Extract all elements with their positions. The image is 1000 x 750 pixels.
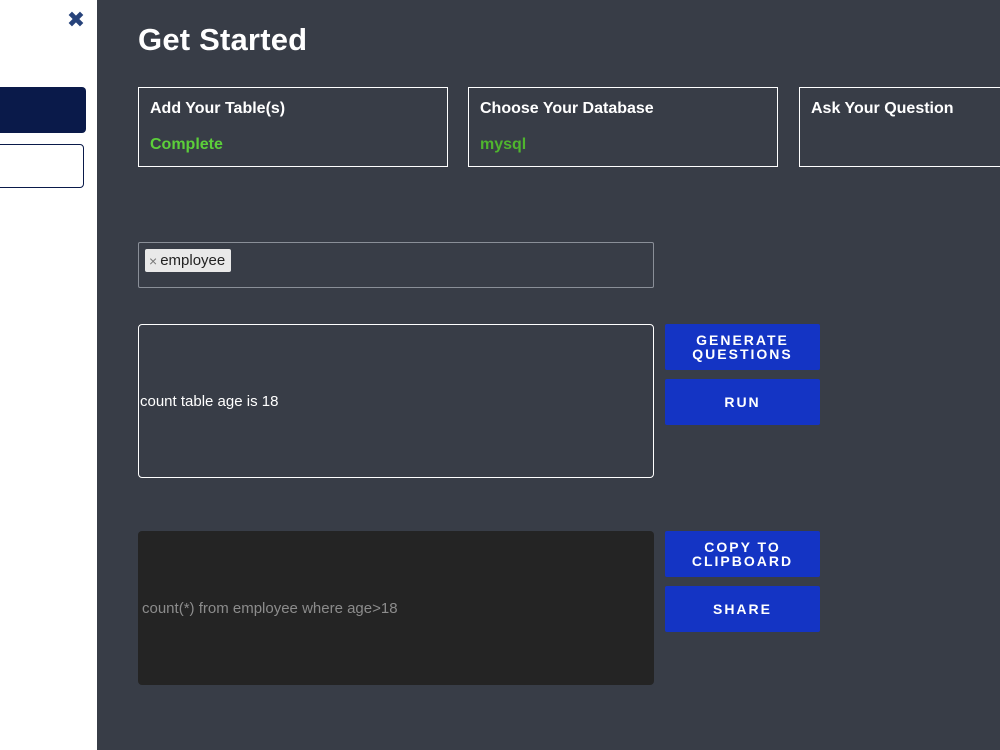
- step-status: Complete: [150, 136, 223, 153]
- query-result-text: count(*) from employee where age>18: [142, 599, 398, 617]
- generate-questions-button[interactable]: GENERATE QUESTIONS: [665, 324, 820, 370]
- sidebar-primary-button[interactable]: [0, 87, 86, 133]
- query-result-output[interactable]: count(*) from employee where age>18: [138, 531, 654, 685]
- step-card-choose-database: Choose Your Database mysql: [468, 87, 778, 167]
- table-select-input[interactable]: × employee: [138, 242, 654, 288]
- step-card-add-tables: Add Your Table(s) Complete: [138, 87, 448, 167]
- tag-label: employee: [160, 252, 226, 269]
- tag-remove-icon[interactable]: ×: [149, 253, 157, 269]
- step-title: Ask Your Question: [811, 100, 954, 117]
- sidebar-secondary-button[interactable]: [0, 144, 84, 188]
- page-title: Get Started: [138, 22, 308, 57]
- app-window: ✖ Get Started Add Your Table(s) Complete…: [0, 0, 1000, 750]
- step-title: Add Your Table(s): [150, 100, 286, 117]
- question-text: count table age is 18: [140, 392, 279, 410]
- table-tag: × employee: [145, 249, 232, 272]
- step-title: Choose Your Database: [480, 100, 654, 117]
- step-card-ask-question: Ask Your Question: [799, 87, 1000, 167]
- sidebar: ✖: [0, 0, 97, 750]
- share-button[interactable]: SHARE: [665, 586, 820, 632]
- close-icon[interactable]: ✖: [64, 7, 88, 32]
- question-input[interactable]: count table age is 18: [138, 324, 654, 478]
- copy-to-clipboard-button[interactable]: COPY TO CLIPBOARD: [665, 531, 820, 577]
- run-button[interactable]: RUN: [665, 379, 820, 425]
- step-status: mysql: [480, 136, 527, 153]
